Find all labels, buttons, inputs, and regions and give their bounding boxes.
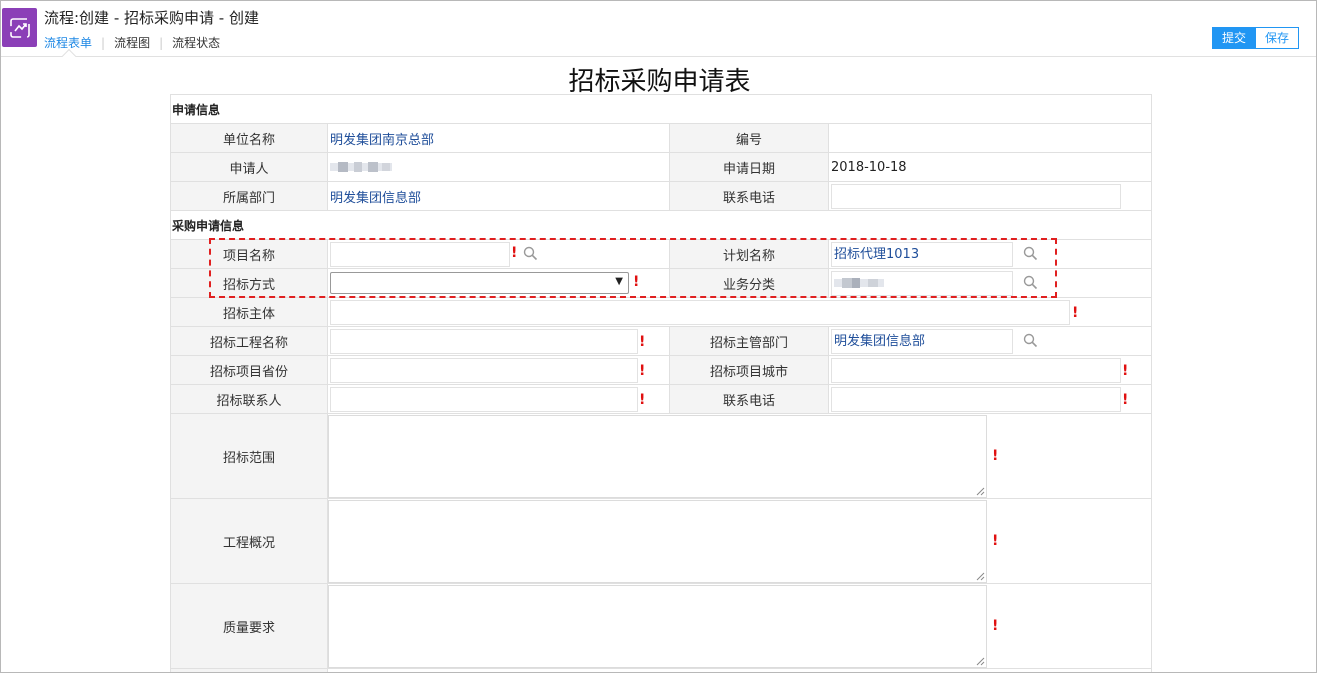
- bid-phone-input[interactable]: [831, 386, 1121, 412]
- bid-contact-label: 招标联系人: [170, 384, 328, 414]
- tab-bar: 流程表单 | 流程图 | 流程状态: [44, 34, 220, 51]
- required-marker: !: [639, 363, 646, 379]
- bid-phone-label: 联系电话: [669, 384, 829, 414]
- plan-name-input[interactable]: 招标代理1013: [831, 241, 1013, 267]
- quality-textarea[interactable]: [328, 584, 987, 668]
- window: 流程:创建 - 招标采购申请 - 创建 流程表单 | 流程图 | 流程状态 提交…: [0, 0, 1317, 673]
- business-category-label: 业务分类: [669, 268, 829, 298]
- unit-name-label: 单位名称: [170, 123, 328, 153]
- bid-city-input[interactable]: [831, 357, 1121, 383]
- plan-name-label: 计划名称: [669, 239, 829, 269]
- apply-date-label: 申请日期: [669, 152, 829, 182]
- page-title: 流程:创建 - 招标采购申请 - 创建: [44, 9, 259, 27]
- next-row-value: [326, 668, 1153, 672]
- bid-method-label: 招标方式: [170, 268, 328, 298]
- tab-divider: |: [159, 35, 164, 50]
- section-purchase-info: 采购申请信息: [169, 210, 1153, 240]
- bid-city-label: 招标项目城市: [669, 355, 829, 385]
- required-marker: !: [992, 448, 999, 464]
- department-label: 所属部门: [170, 181, 328, 211]
- application-form: 申请信息 单位名称 明发集团南京总部 编号 申请人 申请日期 2018-10-1…: [169, 94, 1153, 672]
- phone-label: 联系电话: [669, 181, 829, 211]
- submit-button[interactable]: 提交: [1212, 27, 1257, 49]
- applicant-label: 申请人: [170, 152, 328, 182]
- required-marker: !: [1122, 392, 1129, 408]
- search-icon[interactable]: [1023, 333, 1038, 348]
- project-name-label: 项目名称: [170, 239, 328, 269]
- bid-subject-input[interactable]: [330, 299, 1070, 325]
- required-marker: !: [1122, 363, 1129, 379]
- business-category-input[interactable]: [831, 270, 1013, 296]
- project-overview-label: 工程概况: [170, 498, 328, 584]
- workflow-app-icon: [2, 8, 37, 47]
- save-button[interactable]: 保存: [1256, 27, 1300, 49]
- bid-project-name-input[interactable]: [330, 328, 638, 354]
- bid-method-select[interactable]: ▼: [330, 272, 629, 294]
- header-divider: [1, 56, 1316, 57]
- required-marker: !: [992, 618, 999, 634]
- tab-divider: |: [101, 35, 106, 50]
- search-icon[interactable]: [523, 246, 538, 261]
- search-icon[interactable]: [1023, 275, 1038, 290]
- next-row-label: [170, 668, 328, 672]
- number-value: [827, 123, 1153, 153]
- bid-subject-label: 招标主体: [170, 297, 328, 327]
- resize-grip-icon[interactable]: [976, 657, 985, 666]
- unit-name-value: 明发集团南京总部: [330, 132, 435, 148]
- required-marker: !: [633, 274, 640, 290]
- phone-input[interactable]: [831, 183, 1121, 209]
- tab-status[interactable]: 流程状态: [172, 34, 220, 51]
- tab-flowchart[interactable]: 流程图: [114, 34, 150, 51]
- bid-dept-label: 招标主管部门: [669, 326, 829, 356]
- action-buttons: 提交 保存: [1212, 27, 1300, 49]
- bid-province-label: 招标项目省份: [170, 355, 328, 385]
- required-marker: !: [639, 334, 646, 350]
- bid-project-name-label: 招标工程名称: [170, 326, 328, 356]
- section-apply-info: 申请信息: [169, 94, 1153, 124]
- business-category-value-redacted: [834, 277, 884, 288]
- bid-scope-label: 招标范围: [170, 413, 328, 499]
- required-marker: !: [1072, 305, 1079, 321]
- number-label: 编号: [669, 123, 829, 153]
- bid-province-input[interactable]: [330, 357, 638, 383]
- form-title: 招标采购申请表: [568, 67, 751, 97]
- resize-grip-icon[interactable]: [976, 572, 985, 581]
- bid-dept-input[interactable]: 明发集团信息部: [831, 328, 1013, 354]
- quality-label: 质量要求: [170, 583, 328, 669]
- required-marker: !: [511, 245, 518, 261]
- applicant-value-redacted: [330, 162, 392, 172]
- bid-scope-textarea[interactable]: [328, 414, 987, 498]
- resize-grip-icon[interactable]: [976, 487, 985, 496]
- department-value: 明发集团信息部: [330, 190, 422, 206]
- required-marker: !: [992, 533, 999, 549]
- bid-contact-input[interactable]: [330, 386, 638, 412]
- project-overview-textarea[interactable]: [328, 499, 987, 583]
- apply-date-value: 2018-10-18: [831, 159, 907, 175]
- dropdown-arrow-icon: ▼: [615, 276, 623, 287]
- required-marker: !: [639, 392, 646, 408]
- project-name-input[interactable]: [330, 241, 510, 267]
- search-icon[interactable]: [1023, 246, 1038, 261]
